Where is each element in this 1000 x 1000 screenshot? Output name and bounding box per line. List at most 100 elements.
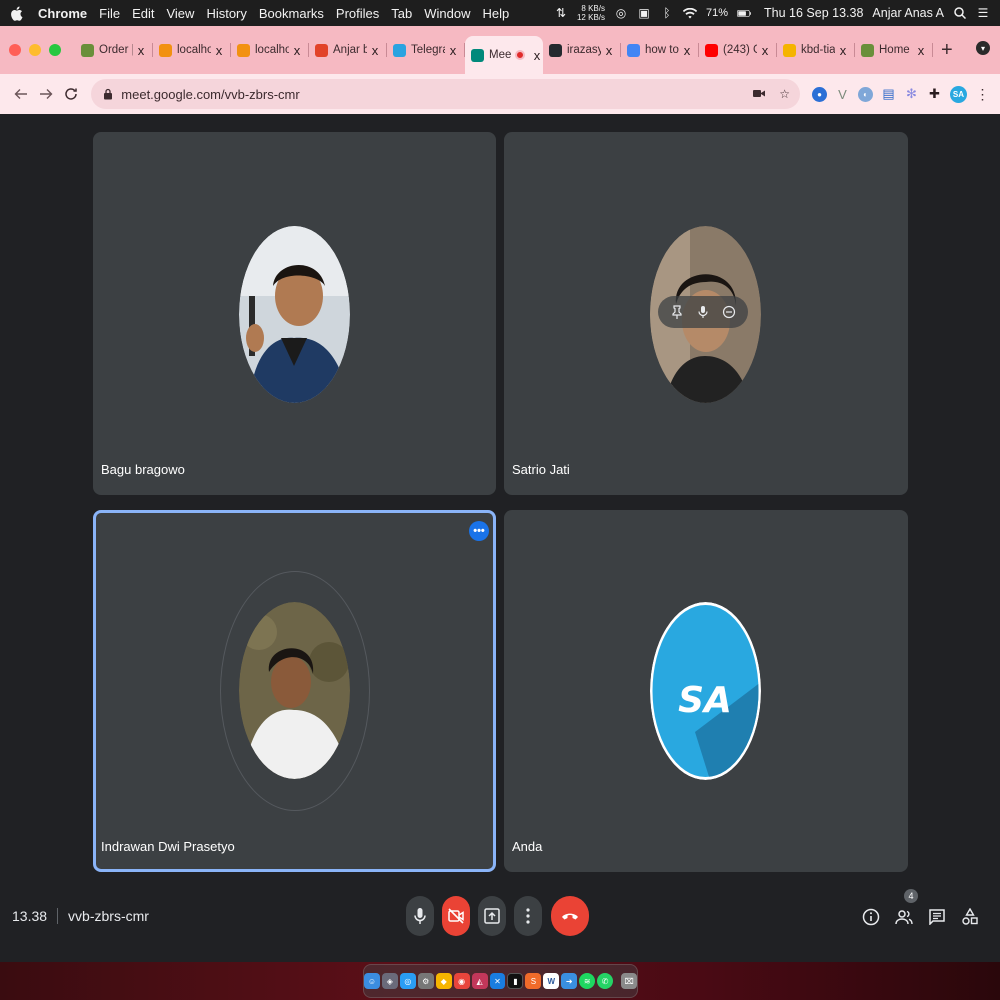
close-window-button[interactable] bbox=[9, 44, 21, 56]
menubar-username[interactable]: Anjar Anas A bbox=[872, 6, 944, 20]
menu-app-name[interactable]: Chrome bbox=[38, 6, 87, 21]
spotlight-search-icon[interactable] bbox=[953, 6, 967, 20]
present-screen-button[interactable] bbox=[478, 896, 506, 936]
puzzle-extensions-icon[interactable]: ✚ bbox=[927, 86, 942, 102]
menu-help[interactable]: Help bbox=[483, 6, 510, 21]
menu-file[interactable]: File bbox=[99, 6, 120, 21]
postman-icon[interactable]: ➜ bbox=[561, 973, 578, 989]
spotify-icon[interactable]: ≋ bbox=[579, 973, 596, 989]
close-tab-icon[interactable]: x bbox=[213, 43, 225, 58]
menubar-datetime[interactable]: Thu 16 Sep 13.38 bbox=[764, 6, 863, 20]
menu-edit[interactable]: Edit bbox=[132, 6, 154, 21]
browser-tab[interactable]: Home | Gx bbox=[855, 35, 933, 65]
globe-extension-icon[interactable]: ● bbox=[811, 86, 827, 102]
browser-tab[interactable]: localhostx bbox=[153, 35, 231, 65]
people-button[interactable] bbox=[893, 906, 915, 928]
vue-devtools-icon[interactable]: V bbox=[835, 87, 850, 102]
apple-icon[interactable] bbox=[10, 5, 24, 21]
activities-button[interactable] bbox=[959, 906, 981, 928]
close-tab-icon[interactable]: x bbox=[135, 43, 147, 58]
clipboard-extension-icon[interactable]: ▤ bbox=[881, 86, 896, 102]
trash-icon[interactable]: ⌧ bbox=[621, 973, 638, 989]
minimize-window-button[interactable] bbox=[29, 44, 41, 56]
close-tab-icon[interactable]: x bbox=[915, 43, 927, 58]
camera-in-use-icon[interactable] bbox=[753, 87, 766, 101]
control-center-icon[interactable]: ☰ bbox=[976, 6, 990, 20]
browser-tab[interactable]: kbd-tiaax bbox=[777, 35, 855, 65]
creative-cloud-icon[interactable]: ◎ bbox=[614, 6, 628, 20]
leave-call-button[interactable] bbox=[551, 896, 589, 936]
zoom-window-button[interactable] bbox=[49, 44, 61, 56]
participant-tile[interactable]: Satrio Jati bbox=[504, 132, 908, 495]
meeting-time: 13.38 bbox=[12, 908, 48, 924]
browser-tab[interactable]: localhostx bbox=[231, 35, 309, 65]
participant-tile-self[interactable]: SA Anda bbox=[504, 510, 908, 872]
wifi-icon[interactable] bbox=[683, 6, 697, 20]
meeting-details: 13.38 vvb-zbrs-cmr bbox=[12, 908, 149, 924]
whatsapp-icon[interactable]: ✆ bbox=[597, 973, 614, 989]
gear-extension-icon[interactable]: ✻ bbox=[904, 86, 919, 102]
xcode-icon[interactable]: ✕ bbox=[489, 973, 506, 989]
more-options-button[interactable] bbox=[514, 896, 542, 936]
bluetooth-icon[interactable]: ᛒ bbox=[660, 6, 674, 20]
close-tab-icon[interactable]: x bbox=[447, 43, 459, 58]
tab-search-icon[interactable]: ▾ bbox=[976, 41, 990, 55]
affinity-icon[interactable]: ◭ bbox=[471, 973, 488, 989]
browser-tab[interactable]: (243) Grx bbox=[699, 35, 777, 65]
launchpad-icon[interactable]: ◈ bbox=[381, 973, 398, 989]
url-text[interactable]: meet.google.com/vvb-zbrs-cmr bbox=[121, 87, 299, 102]
browser-tab[interactable]: irazasyedx bbox=[543, 35, 621, 65]
chrome-icon[interactable]: ◉ bbox=[453, 973, 470, 989]
chat-button[interactable] bbox=[926, 906, 948, 928]
menu-tab[interactable]: Tab bbox=[391, 6, 412, 21]
back-button[interactable] bbox=[10, 83, 31, 105]
menu-view[interactable]: View bbox=[166, 6, 194, 21]
browser-tab[interactable]: Telegramx bbox=[387, 35, 465, 65]
menu-window[interactable]: Window bbox=[424, 6, 470, 21]
participant-count-badge: 4 bbox=[904, 889, 918, 903]
close-tab-icon[interactable]: x bbox=[759, 43, 771, 58]
participant-tile[interactable]: Bagu bragowo bbox=[93, 132, 496, 495]
browser-tab[interactable]: how to ux bbox=[621, 35, 699, 65]
json-viewer-icon[interactable]: ◐ bbox=[857, 86, 873, 102]
forward-button[interactable] bbox=[35, 83, 56, 105]
tile-more-options-button[interactable]: ••• bbox=[469, 521, 489, 541]
browser-tab[interactable]: Anjar brax bbox=[309, 35, 387, 65]
terminal-icon[interactable]: ▮ bbox=[507, 973, 524, 989]
notes-app-icon[interactable]: ▣ bbox=[637, 6, 651, 20]
menu-profiles[interactable]: Profiles bbox=[336, 6, 379, 21]
close-tab-icon[interactable]: x bbox=[603, 43, 615, 58]
participant-tile-active[interactable]: ••• Indrawan Dwi Prasetyo bbox=[93, 510, 496, 872]
new-tab-button[interactable]: + bbox=[941, 39, 953, 62]
bookmark-star-icon[interactable]: ☆ bbox=[779, 87, 790, 101]
meeting-info-button[interactable] bbox=[860, 906, 882, 928]
pin-icon[interactable] bbox=[666, 301, 688, 323]
close-tab-icon[interactable]: x bbox=[531, 48, 543, 63]
camera-off-button[interactable] bbox=[442, 896, 470, 936]
menu-bookmarks[interactable]: Bookmarks bbox=[259, 6, 324, 21]
word-icon[interactable]: W bbox=[543, 973, 560, 989]
lock-icon[interactable] bbox=[103, 88, 113, 100]
tab-active[interactable]: Meet x bbox=[465, 36, 543, 74]
finder-icon[interactable]: ☺ bbox=[363, 973, 380, 989]
close-tab-icon[interactable]: x bbox=[291, 43, 303, 58]
safari-icon[interactable]: ◎ bbox=[399, 973, 416, 989]
close-tab-icon[interactable]: x bbox=[681, 43, 693, 58]
profile-avatar[interactable]: SA bbox=[949, 85, 967, 103]
reload-button[interactable] bbox=[60, 83, 81, 105]
battery-icon[interactable] bbox=[737, 6, 751, 20]
menu-history[interactable]: History bbox=[206, 6, 246, 21]
participant-avatar bbox=[239, 602, 350, 779]
sublime-text-icon[interactable]: S bbox=[525, 973, 542, 989]
mute-participant-icon[interactable] bbox=[692, 301, 714, 323]
address-bar[interactable]: meet.google.com/vvb-zbrs-cmr ☆ bbox=[91, 79, 800, 109]
browser-tab[interactable]: Order | Gx bbox=[75, 35, 153, 65]
meeting-code[interactable]: vvb-zbrs-cmr bbox=[68, 908, 149, 924]
more-options-icon[interactable]: ⋮ bbox=[975, 86, 990, 102]
close-tab-icon[interactable]: x bbox=[837, 43, 849, 58]
sketch-icon[interactable]: ◆ bbox=[435, 973, 452, 989]
microphone-button[interactable] bbox=[406, 896, 434, 936]
remove-participant-icon[interactable] bbox=[718, 301, 740, 323]
system-preferences-icon[interactable]: ⚙ bbox=[417, 973, 434, 989]
close-tab-icon[interactable]: x bbox=[369, 43, 381, 58]
